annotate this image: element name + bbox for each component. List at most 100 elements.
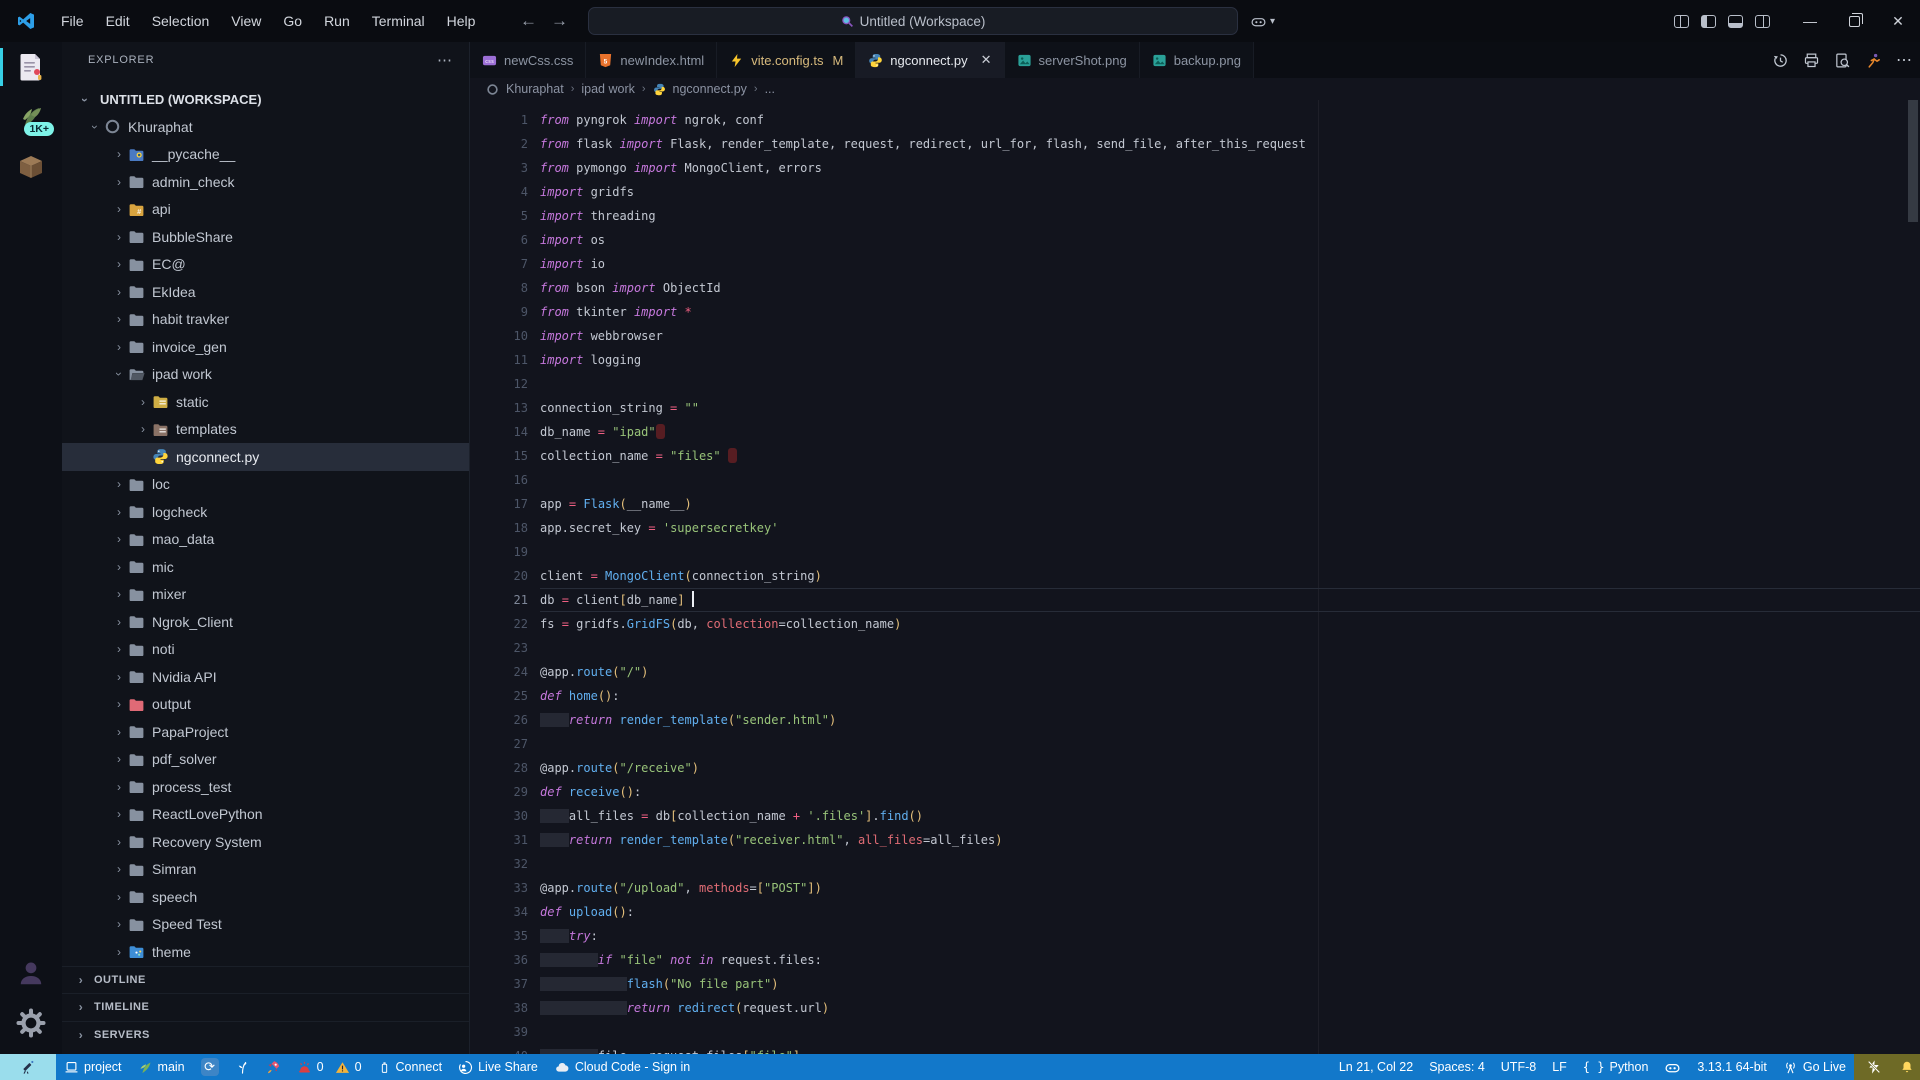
tree-item-simran[interactable]: ›Simran — [62, 856, 469, 884]
breadcrumb-item[interactable]: ... — [765, 82, 775, 96]
minimize-icon[interactable]: ― — [1788, 0, 1832, 42]
activity-explorer[interactable] — [0, 42, 62, 92]
tree-item-theme[interactable]: ›theme — [62, 938, 469, 966]
code-line[interactable]: 21db = client[db_name] — [470, 588, 1920, 612]
code-line[interactable]: 12 — [470, 372, 1920, 396]
remote-indicator[interactable] — [0, 1054, 56, 1080]
tree-item-output[interactable]: ›output — [62, 691, 469, 719]
workspace-root[interactable]: › UNTITLED (WORKSPACE) — [62, 86, 469, 113]
code-line[interactable]: 3from pymongo import MongoClient, errors — [470, 156, 1920, 180]
code-runner-icon[interactable] — [1865, 52, 1882, 69]
copilot-menu[interactable]: ▾ — [1250, 0, 1275, 42]
tree-item-mixer[interactable]: ›mixer — [62, 581, 469, 609]
tree-item-ngconnect-py[interactable]: ngconnect.py — [62, 443, 469, 471]
tree-item-loc[interactable]: ›loc — [62, 471, 469, 499]
code-line[interactable]: 22fs = gridfs.GridFS(db, collection=coll… — [470, 612, 1920, 636]
code-line[interactable]: 7import io — [470, 252, 1920, 276]
restore-icon[interactable] — [1832, 0, 1876, 42]
code-line[interactable]: 29def receive(): — [470, 780, 1920, 804]
status-rocket[interactable] — [258, 1054, 289, 1080]
code-line[interactable]: 30 all_files = db[collection_name + '.fi… — [470, 804, 1920, 828]
status-sync[interactable]: ⟳ — [193, 1054, 227, 1080]
status-go-live[interactable]: Go Live — [1775, 1054, 1854, 1080]
tree-item-process-test[interactable]: ›process_test — [62, 773, 469, 801]
breadcrumb-item[interactable]: ngconnect.py — [673, 82, 747, 96]
menu-selection[interactable]: Selection — [141, 7, 221, 35]
tab-ngconnect[interactable]: ngconnect.py ✕ — [856, 42, 1004, 78]
tree-item-nvidia-api[interactable]: ›Nvidia API — [62, 663, 469, 691]
code-line[interactable]: 23 — [470, 636, 1920, 660]
code-line[interactable]: 18app.secret_key = 'supersecretkey' — [470, 516, 1920, 540]
code-line[interactable]: 37 flash("No file part") — [470, 972, 1920, 996]
ellipsis-icon[interactable]: ⋯ — [1896, 50, 1912, 70]
status-python-interpreter[interactable]: 3.13.1 64-bit — [1689, 1054, 1775, 1080]
code-line[interactable]: 2from flask import Flask, render_templat… — [470, 132, 1920, 156]
breadcrumb-item[interactable]: ipad work — [581, 82, 635, 96]
code-line[interactable]: 5import threading — [470, 204, 1920, 228]
code-editor[interactable]: 1from pyngrok import ngrok, conf2from fl… — [470, 100, 1920, 1054]
close-icon[interactable]: ✕ — [1876, 0, 1920, 42]
code-line[interactable]: 13connection_string = "" — [470, 396, 1920, 420]
code-line[interactable]: 16 — [470, 468, 1920, 492]
tree-item-ekidea[interactable]: ›EkIdea — [62, 278, 469, 306]
tree-item-habit-travker[interactable]: ›habit travker — [62, 306, 469, 334]
status-project[interactable]: project — [56, 1054, 130, 1080]
status-lightning-off[interactable] — [1854, 1054, 1894, 1080]
code-line[interactable]: 15collection_name = "files" — [470, 444, 1920, 468]
code-line[interactable]: 32 — [470, 852, 1920, 876]
code-line[interactable]: 31 return render_template("receiver.html… — [470, 828, 1920, 852]
code-line[interactable]: 1from pyngrok import ngrok, conf — [470, 108, 1920, 132]
tree-item-noti[interactable]: ›noti — [62, 636, 469, 664]
code-line[interactable]: 14db_name = "ipad" — [470, 420, 1920, 444]
code-line[interactable]: 20client = MongoClient(connection_string… — [470, 564, 1920, 588]
code-line[interactable]: 27 — [470, 732, 1920, 756]
tree-item-invoice-gen[interactable]: ›invoice_gen — [62, 333, 469, 361]
status-git-branch[interactable]: main — [130, 1054, 193, 1080]
code-line[interactable]: 11import logging — [470, 348, 1920, 372]
menu-edit[interactable]: Edit — [95, 7, 141, 35]
status-eol[interactable]: LF — [1544, 1054, 1575, 1080]
code-line[interactable]: 8from bson import ObjectId — [470, 276, 1920, 300]
menu-help[interactable]: Help — [436, 7, 487, 35]
section-servers[interactable]: ›SERVERS — [62, 1021, 469, 1049]
tree-item-mic[interactable]: ›mic — [62, 553, 469, 581]
menu-terminal[interactable]: Terminal — [361, 7, 436, 35]
tree-item-logcheck[interactable]: ›logcheck — [62, 498, 469, 526]
status-cloud-code[interactable]: Cloud Code - Sign in — [546, 1054, 698, 1080]
tab-viteconfig[interactable]: vite.config.ts M — [717, 42, 856, 78]
toggle-sidebar-right-icon[interactable] — [1755, 15, 1770, 28]
code-line[interactable]: 36 if "file" not in request.files: — [470, 948, 1920, 972]
tab-servershot[interactable]: serverShot.png — [1005, 42, 1140, 78]
breadcrumb-item[interactable]: Khuraphat — [506, 82, 564, 96]
tree-item-pdf-solver[interactable]: ›pdf_solver — [62, 746, 469, 774]
history-icon[interactable] — [1772, 52, 1789, 69]
close-icon[interactable]: ✕ — [981, 52, 992, 68]
menu-file[interactable]: File — [50, 7, 95, 35]
command-center-search[interactable]: Untitled (Workspace) — [588, 7, 1238, 35]
tree-item-admin-check[interactable]: ›admin_check — [62, 168, 469, 196]
tree-item-templates[interactable]: ›templates — [62, 416, 469, 444]
back-arrow-icon[interactable]: ← — [520, 11, 537, 31]
code-line[interactable]: 35 try: — [470, 924, 1920, 948]
code-line[interactable]: 38 return redirect(request.url) — [470, 996, 1920, 1020]
status-copilot[interactable] — [1656, 1054, 1689, 1080]
tree-item-api[interactable]: ›#api — [62, 196, 469, 224]
code-line[interactable]: 19 — [470, 540, 1920, 564]
tree-item-recovery-system[interactable]: ›Recovery System — [62, 828, 469, 856]
tab-backup[interactable]: backup.png — [1140, 42, 1254, 78]
tree-item-mao-data[interactable]: ›mao_data — [62, 526, 469, 554]
tree-item-ngrok-client[interactable]: ›Ngrok_Client — [62, 608, 469, 636]
code-line[interactable]: 4import gridfs — [470, 180, 1920, 204]
code-line[interactable]: 40 file = request.files["file"] — [470, 1044, 1920, 1054]
section-outline[interactable]: ›OUTLINE — [62, 966, 469, 994]
status-live-share[interactable]: Live Share — [450, 1054, 546, 1080]
tree-item-bubbleshare[interactable]: ›BubbleShare — [62, 223, 469, 251]
toggle-sidebar-left-icon[interactable] — [1701, 15, 1716, 28]
forward-arrow-icon[interactable]: → — [551, 11, 568, 31]
tree-item-speech[interactable]: ›speech — [62, 883, 469, 911]
code-line[interactable]: 6import os — [470, 228, 1920, 252]
status-encoding[interactable]: UTF-8 — [1493, 1054, 1544, 1080]
menu-view[interactable]: View — [220, 7, 272, 35]
toggle-panel-icon[interactable] — [1728, 15, 1743, 28]
menu-go[interactable]: Go — [272, 7, 313, 35]
